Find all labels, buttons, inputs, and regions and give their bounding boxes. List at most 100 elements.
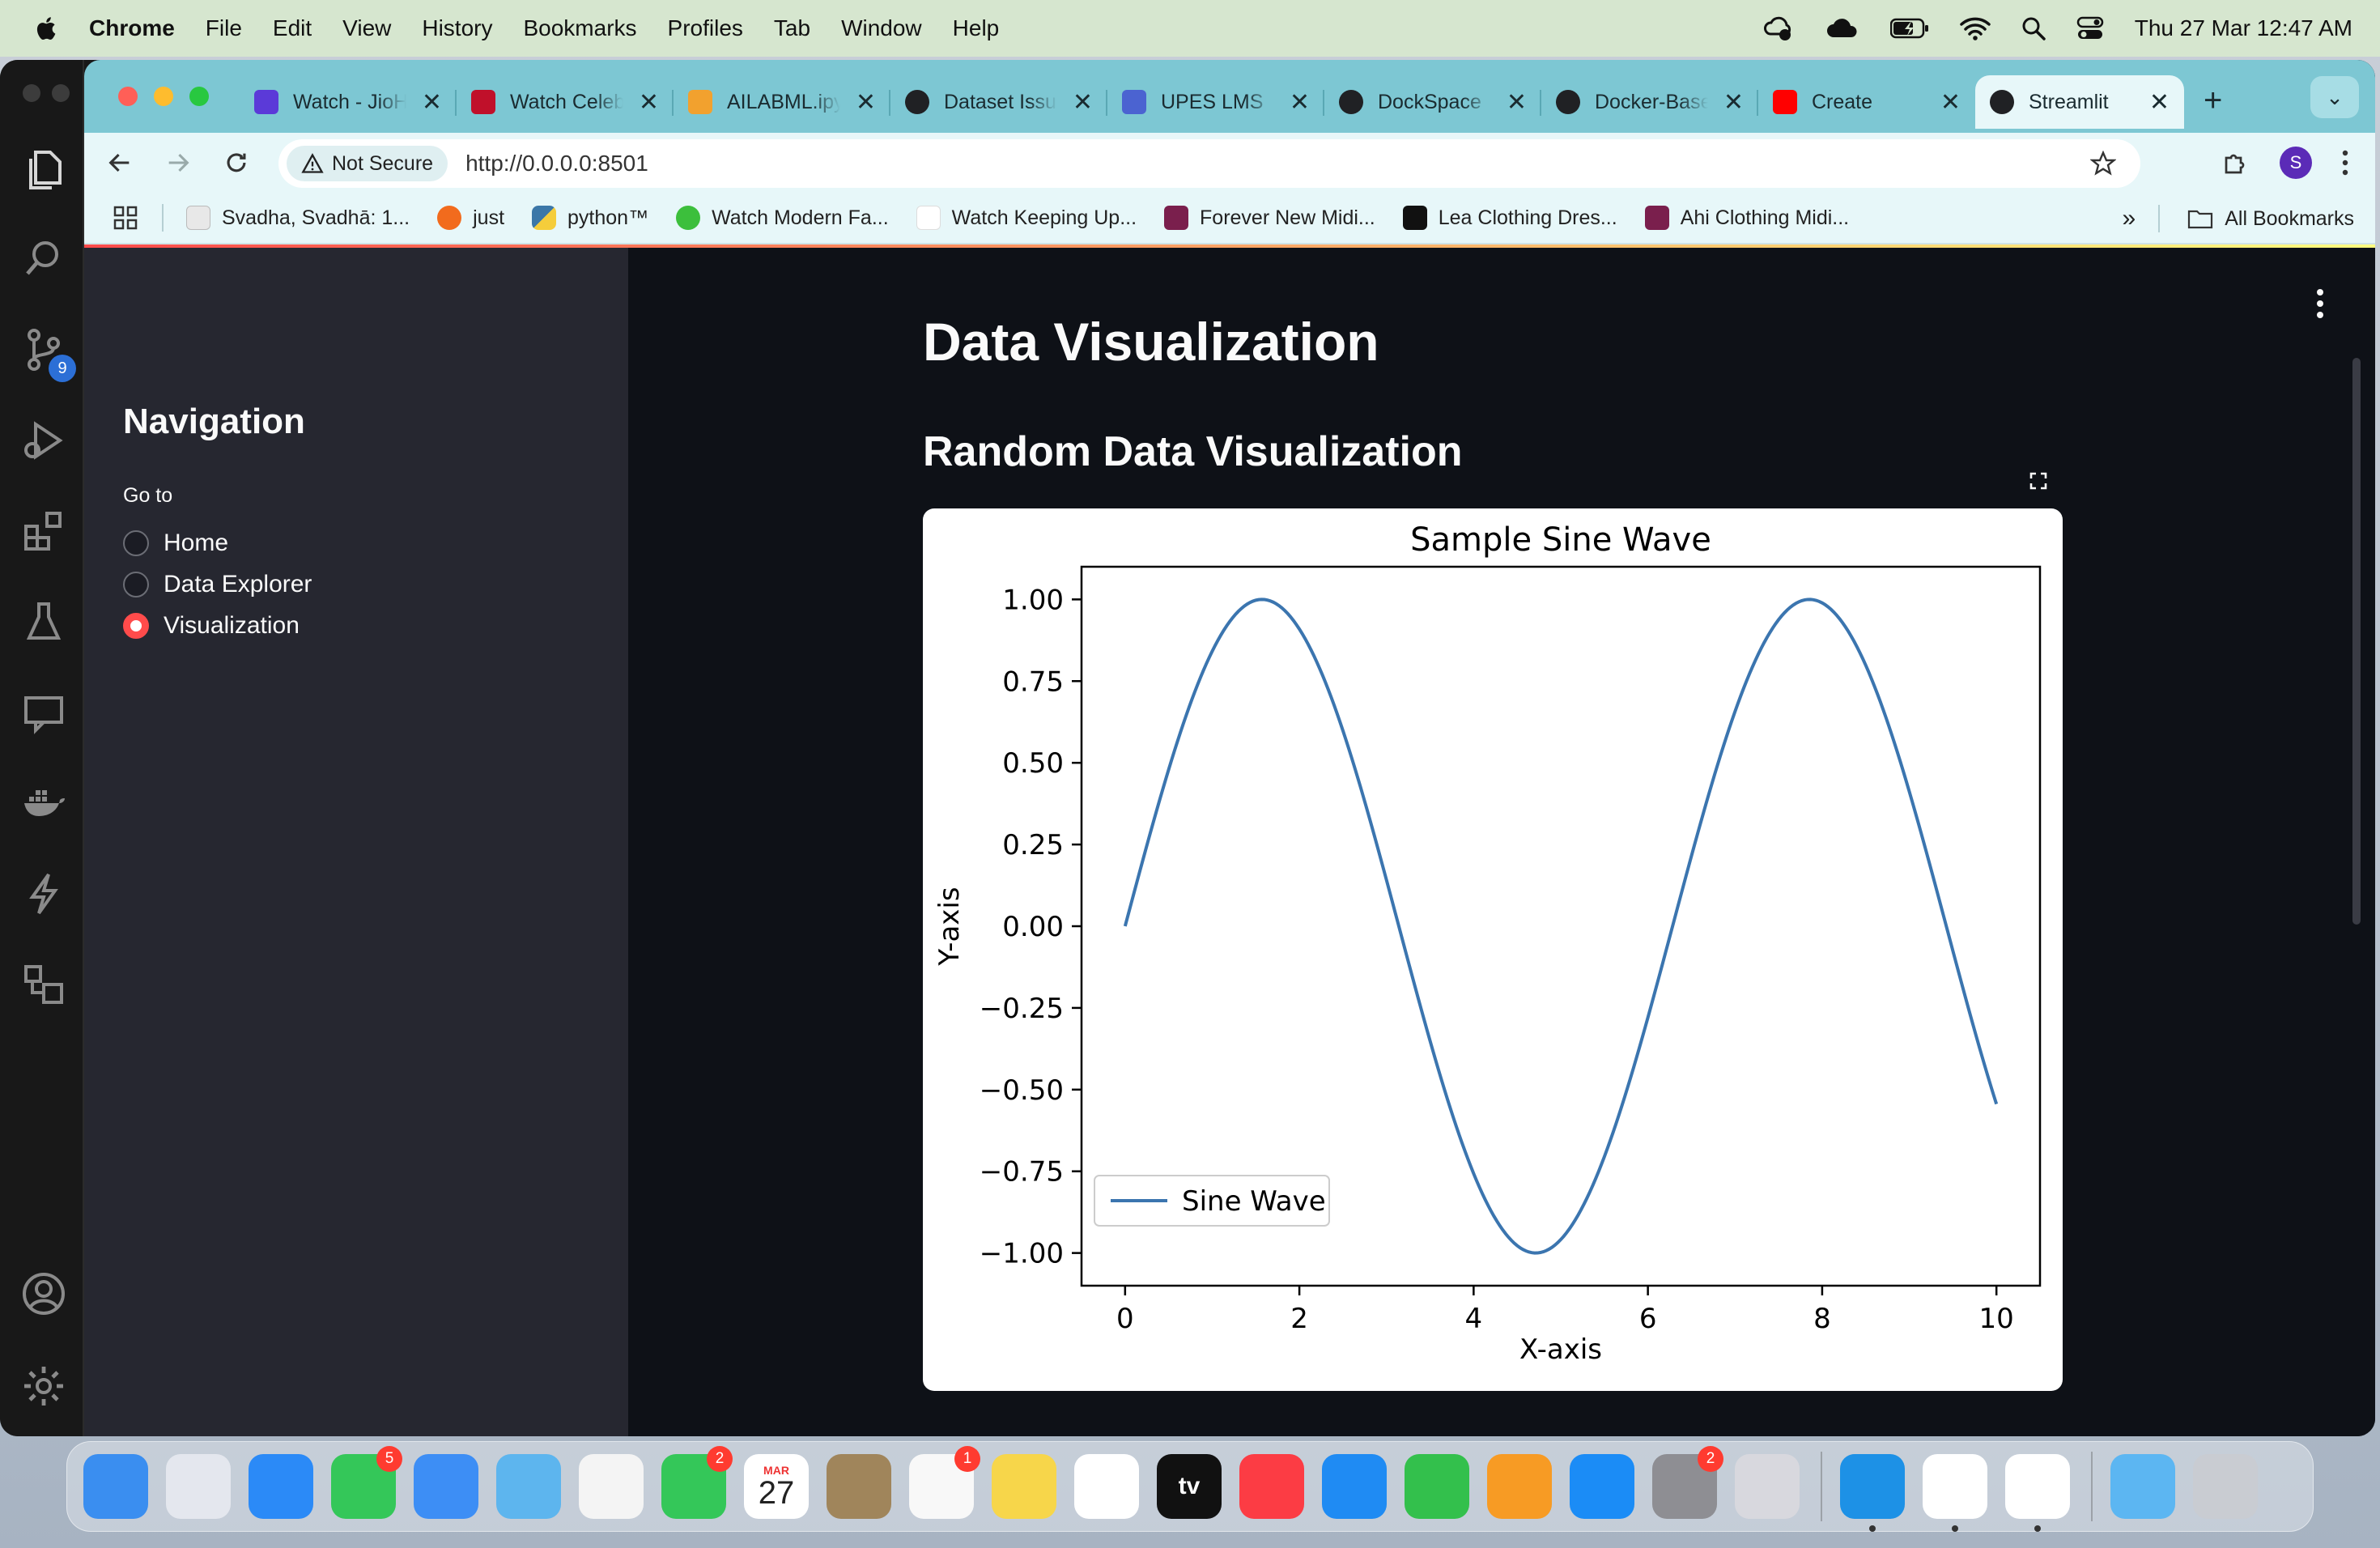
tab-streamlit[interactable]: Streamlit ✕ [1975, 75, 2184, 129]
bookmark-item[interactable]: Watch Modern Fa... [676, 206, 889, 230]
tab-celebrity[interactable]: Watch Celebrity ✕ [457, 75, 674, 129]
run-debug-icon[interactable] [21, 418, 66, 463]
menu-view[interactable]: View [342, 15, 391, 41]
reload-button[interactable] [214, 140, 259, 185]
close-dot[interactable] [23, 84, 40, 102]
freeform-icon[interactable] [1074, 1454, 1139, 1519]
all-bookmarks-button[interactable]: All Bookmarks [2225, 207, 2354, 231]
security-chip[interactable]: Not Secure [287, 146, 448, 181]
minimize-dot[interactable] [52, 84, 70, 102]
downloads-folder-icon[interactable] [2110, 1454, 2175, 1519]
trash-icon[interactable] [2193, 1454, 2258, 1519]
tab-ailabml[interactable]: AILABML.ipynb ✕ [674, 75, 890, 129]
tab-dataset-issues[interactable]: Dataset Issues ✕ [890, 75, 1107, 129]
tab-search-button[interactable]: ⌄ [2310, 76, 2359, 118]
vscode-icon[interactable] [1923, 1454, 1987, 1532]
bookmark-item[interactable]: Svadha, Svadhā: 1... [186, 206, 410, 230]
menu-help[interactable]: Help [953, 15, 1000, 41]
radio-option-visualization[interactable]: Visualization [123, 612, 300, 640]
bookmark-item[interactable]: just [437, 206, 504, 230]
close-tab-icon[interactable]: ✕ [2149, 88, 2170, 117]
keynote-icon[interactable] [1322, 1454, 1387, 1519]
menu-history[interactable]: History [422, 15, 492, 41]
radio-button[interactable] [123, 572, 149, 598]
files-icon[interactable] [21, 146, 66, 191]
tab-jiohotstar[interactable]: Watch - JioHotstar ✕ [240, 75, 457, 129]
notes-icon[interactable] [992, 1454, 1056, 1519]
mail-icon[interactable] [414, 1454, 478, 1519]
menu-window[interactable]: Window [841, 15, 922, 41]
radio-button[interactable] [123, 530, 149, 556]
close-tab-icon[interactable]: ✕ [1073, 88, 1093, 117]
wifi-icon[interactable] [1959, 16, 1991, 40]
bookmark-item[interactable]: Forever New Midi... [1164, 206, 1375, 230]
extensions-puzzle-icon[interactable] [2221, 148, 2250, 177]
iphone-mirroring-icon[interactable] [1735, 1454, 1800, 1519]
menu-bookmarks[interactable]: Bookmarks [523, 15, 636, 41]
forward-button[interactable] [155, 140, 201, 185]
bookmark-item[interactable]: python™ [532, 206, 648, 230]
profile-avatar[interactable]: S [2280, 147, 2312, 179]
url-text[interactable]: http://0.0.0.0:8501 [465, 151, 648, 176]
lightning-icon[interactable] [21, 871, 66, 916]
chevron-double-right-icon[interactable]: » [2123, 205, 2136, 232]
apple-icon[interactable] [32, 14, 62, 43]
battery-icon[interactable] [1889, 18, 1929, 39]
menu-file[interactable]: File [206, 15, 242, 41]
address-bar[interactable]: Not Secure http://0.0.0.0:8501 [278, 139, 2140, 188]
new-tab-button[interactable]: + [2204, 83, 2222, 119]
source-control-icon[interactable]: 9 [21, 327, 76, 382]
close-tab-icon[interactable]: ✕ [856, 88, 876, 117]
reminders-icon[interactable]: 1 [909, 1446, 980, 1519]
numbers-icon[interactable] [1405, 1454, 1469, 1519]
control-center-icon[interactable] [2076, 16, 2104, 40]
system-settings-icon[interactable]: 2 [1652, 1446, 1723, 1519]
menu-edit[interactable]: Edit [273, 15, 312, 41]
chrome-icon[interactable] [2005, 1454, 2070, 1532]
bookmark-item[interactable]: Watch Keeping Up... [916, 206, 1137, 230]
tab-create[interactable]: Create ✕ [1758, 75, 1975, 129]
close-tab-icon[interactable]: ✕ [1290, 88, 1310, 117]
pages-icon[interactable] [1487, 1454, 1552, 1519]
search-icon[interactable] [21, 236, 66, 282]
docker-icon[interactable] [1840, 1454, 1905, 1532]
calendar-icon[interactable]: MAR 27 [744, 1454, 809, 1519]
tab-dockspace[interactable]: DockSpace ✕ [1324, 75, 1541, 129]
cloud-sync-icon[interactable] [1762, 15, 1795, 42]
close-tab-icon[interactable]: ✕ [1940, 88, 1961, 117]
fullscreen-icon[interactable] [2029, 471, 2048, 491]
tab-upes-lms[interactable]: UPES LMS ✕ [1107, 75, 1324, 129]
radio-option-data-explorer[interactable]: Data Explorer [123, 571, 312, 598]
layout-icon[interactable] [21, 962, 66, 1007]
chrome-menu-icon[interactable] [2341, 148, 2349, 177]
close-tab-icon[interactable]: ✕ [1723, 88, 1744, 117]
photos-icon[interactable] [579, 1454, 644, 1519]
bookmark-item[interactable]: Lea Clothing Dres... [1402, 206, 1617, 230]
spotlight-search-icon[interactable] [2021, 16, 2046, 40]
radio-button-selected[interactable] [123, 613, 149, 639]
app-menu-icon[interactable] [2317, 289, 2327, 323]
zoom-window-button[interactable] [189, 87, 209, 106]
creative-cloud-icon[interactable] [1825, 16, 1859, 40]
menu-tab[interactable]: Tab [774, 15, 810, 41]
facetime-icon[interactable]: 2 [661, 1446, 733, 1519]
remote-explorer-icon[interactable] [21, 690, 66, 735]
back-button[interactable] [97, 140, 142, 185]
messages-icon[interactable]: 5 [331, 1446, 402, 1519]
tv-icon[interactable]: tv [1157, 1454, 1222, 1519]
app-store-icon[interactable] [1570, 1454, 1634, 1519]
menu-profiles[interactable]: Profiles [668, 15, 743, 41]
apps-grid-icon[interactable] [113, 206, 138, 230]
music-icon[interactable] [1239, 1454, 1304, 1519]
bookmark-star-icon[interactable] [2090, 151, 2116, 176]
menu-datetime[interactable]: Thu 27 Mar 12:47 AM [2135, 15, 2352, 41]
radio-option-home[interactable]: Home [123, 529, 228, 557]
contacts-icon[interactable] [827, 1454, 891, 1519]
menu-app-name[interactable]: Chrome [89, 15, 175, 41]
close-tab-icon[interactable]: ✕ [1507, 88, 1527, 117]
launchpad-icon[interactable] [166, 1454, 231, 1519]
finder-icon[interactable] [83, 1454, 148, 1519]
safari-icon[interactable] [249, 1454, 313, 1519]
account-icon[interactable] [21, 1271, 66, 1316]
scrollbar[interactable] [2352, 358, 2361, 925]
